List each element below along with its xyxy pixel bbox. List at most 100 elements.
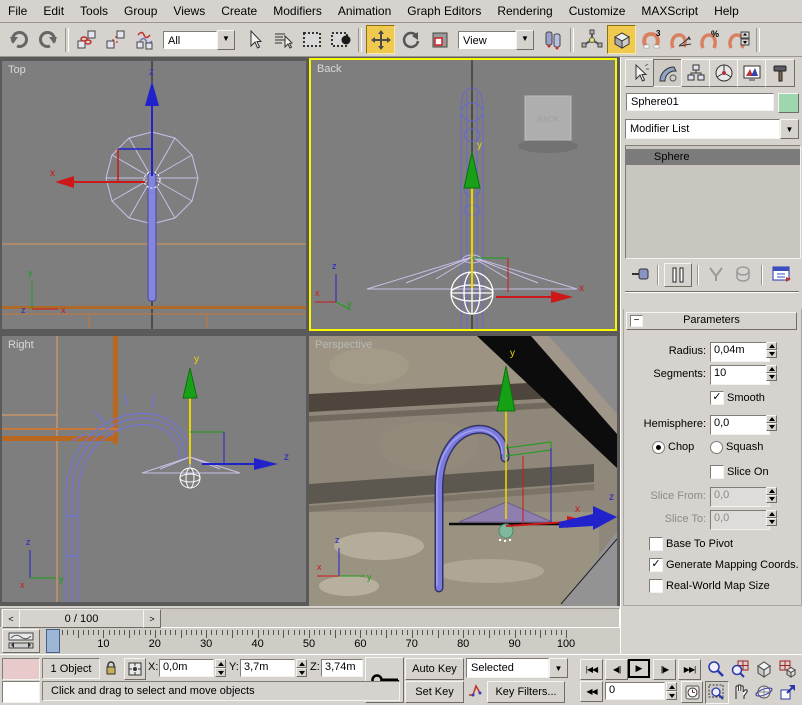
region-zoom-icon[interactable]: [705, 681, 729, 704]
keyboard-override-toggle-icon[interactable]: [607, 25, 636, 54]
select-object-icon[interactable]: [240, 26, 267, 53]
bind-to-space-warp-icon[interactable]: [131, 26, 158, 53]
menu-item-file[interactable]: File: [0, 1, 35, 22]
key-filters-button[interactable]: Key Filters...: [487, 681, 565, 703]
select-and-rotate-icon[interactable]: [397, 26, 424, 53]
select-and-link-icon[interactable]: [73, 26, 100, 53]
rollout-collapse-icon[interactable]: −: [630, 315, 643, 327]
chevron-down-icon[interactable]: ▼: [780, 119, 799, 139]
remove-modifier-icon[interactable]: [731, 263, 755, 285]
tab-utilities[interactable]: [765, 59, 795, 87]
slice-on-checkbox[interactable]: [710, 465, 724, 479]
object-name-field[interactable]: Sphere01: [626, 93, 774, 111]
current-frame-spinner[interactable]: [666, 682, 677, 700]
menu-item-tools[interactable]: Tools: [72, 1, 116, 22]
show-end-result-icon[interactable]: [664, 263, 692, 287]
squash-radio[interactable]: [710, 441, 723, 454]
zoom-extents-icon[interactable]: [753, 658, 775, 679]
snaps-toggle-3d-icon[interactable]: 3: [638, 26, 665, 53]
reference-coordinate-dropdown[interactable]: View ▼: [458, 30, 534, 50]
tab-create[interactable]: [625, 59, 655, 87]
radius-spinner[interactable]: [766, 342, 777, 358]
modifier-stack[interactable]: Sphere: [625, 145, 801, 259]
min-max-toggle-icon[interactable]: [777, 681, 799, 702]
modifier-stack-item-sphere[interactable]: Sphere: [626, 149, 800, 165]
go-to-start-icon[interactable]: |◀◀: [580, 659, 603, 680]
select-by-name-icon[interactable]: [269, 26, 296, 53]
use-pivot-point-center-icon[interactable]: [539, 26, 566, 53]
auto-key-button[interactable]: Auto Key: [405, 658, 464, 680]
tab-display[interactable]: [737, 59, 767, 87]
selected-filter-dropdown[interactable]: Selected ▼: [466, 658, 568, 678]
pan-hand-icon[interactable]: [729, 681, 751, 702]
viewport-top[interactable]: Top: [2, 61, 306, 329]
play-icon[interactable]: ▶: [628, 659, 650, 678]
absolute-offset-mode-icon[interactable]: [124, 658, 146, 680]
parameters-rollout-header[interactable]: − Parameters: [626, 312, 797, 330]
listener-swatch[interactable]: [2, 681, 40, 703]
time-configuration-icon[interactable]: [681, 681, 703, 703]
x-coord-field[interactable]: 0,0m: [159, 659, 214, 677]
modifier-list-dropdown[interactable]: Modifier List ▼: [625, 119, 799, 139]
window-crossing-icon[interactable]: [327, 26, 354, 53]
chop-radio[interactable]: [652, 441, 665, 454]
x-coord-spinner[interactable]: [215, 659, 226, 677]
current-frame-field[interactable]: 0: [605, 682, 665, 700]
base-to-pivot-checkbox[interactable]: [649, 537, 663, 551]
undo-icon[interactable]: [5, 26, 32, 53]
generate-mapping-coords-checkbox[interactable]: ✓: [649, 558, 663, 572]
time-slider-handle[interactable]: 0 / 100: [19, 609, 144, 628]
viewport-back-active[interactable]: Back BACK: [309, 58, 617, 331]
select-and-scale-icon[interactable]: [426, 26, 453, 53]
configure-modifier-sets-icon[interactable]: [769, 263, 795, 285]
zoom-extents-all-icon[interactable]: [777, 658, 799, 679]
hemisphere-field[interactable]: 0,0: [710, 415, 770, 435]
chevron-down-icon[interactable]: ▼: [217, 30, 235, 50]
menu-item-rendering[interactable]: Rendering: [489, 1, 560, 22]
arc-rotate-icon[interactable]: [753, 681, 775, 702]
selection-filter-dropdown[interactable]: All ▼: [163, 30, 235, 50]
tab-hierarchy[interactable]: [681, 59, 711, 87]
previous-frame-icon[interactable]: ◀||: [605, 659, 628, 680]
next-frame-icon[interactable]: ||▶: [653, 659, 676, 680]
smooth-checkbox[interactable]: ✓: [710, 391, 724, 405]
track-bar-ruler[interactable]: 0102030405060708090100: [0, 628, 620, 654]
selection-lock-icon[interactable]: [102, 658, 120, 678]
time-slider-prev-button[interactable]: <: [2, 609, 20, 628]
menu-item-edit[interactable]: Edit: [35, 1, 72, 22]
angle-snap-toggle-icon[interactable]: [667, 26, 694, 53]
menu-item-graph-editors[interactable]: Graph Editors: [399, 1, 489, 22]
viewport-perspective[interactable]: Perspective: [309, 336, 617, 606]
menu-item-modifiers[interactable]: Modifiers: [265, 1, 330, 22]
spinner-snap-toggle-icon[interactable]: [725, 26, 752, 53]
time-slider-next-button[interactable]: >: [143, 609, 161, 628]
chevron-down-icon[interactable]: ▼: [516, 30, 534, 50]
select-and-move-icon[interactable]: [366, 25, 395, 54]
go-to-end-icon[interactable]: ▶▶|: [678, 659, 701, 680]
track-bar-frame-handle[interactable]: [46, 629, 60, 653]
tab-modify-active[interactable]: [653, 59, 683, 87]
unlink-selection-icon[interactable]: [102, 26, 129, 53]
new-key-default-in-tangent-icon[interactable]: [466, 681, 484, 701]
menu-item-customize[interactable]: Customize: [561, 1, 634, 22]
make-unique-icon[interactable]: [704, 263, 728, 285]
menu-item-help[interactable]: Help: [706, 1, 747, 22]
zoom-all-icon[interactable]: [729, 658, 751, 679]
viewport-right[interactable]: Right: [2, 336, 306, 602]
chevron-down-icon[interactable]: ▼: [549, 658, 568, 678]
menu-item-maxscript[interactable]: MAXScript: [633, 1, 706, 22]
menu-item-group[interactable]: Group: [116, 1, 165, 22]
y-coord-spinner[interactable]: [296, 659, 307, 677]
menu-item-create[interactable]: Create: [213, 1, 265, 22]
radius-field[interactable]: 0,04m: [710, 342, 770, 362]
segments-spinner[interactable]: [766, 365, 777, 381]
z-coord-field[interactable]: 3,74m: [321, 659, 363, 677]
zoom-icon[interactable]: [705, 658, 727, 679]
macro-recorder-swatch[interactable]: [2, 658, 40, 680]
real-world-map-size-checkbox[interactable]: [649, 579, 663, 593]
segments-field[interactable]: 10: [710, 365, 770, 385]
hemisphere-spinner[interactable]: [766, 415, 777, 431]
key-mode-toggle-icon[interactable]: ◀◀: [580, 681, 603, 702]
set-key-button[interactable]: Set Key: [405, 681, 464, 703]
tab-motion[interactable]: [709, 59, 739, 87]
